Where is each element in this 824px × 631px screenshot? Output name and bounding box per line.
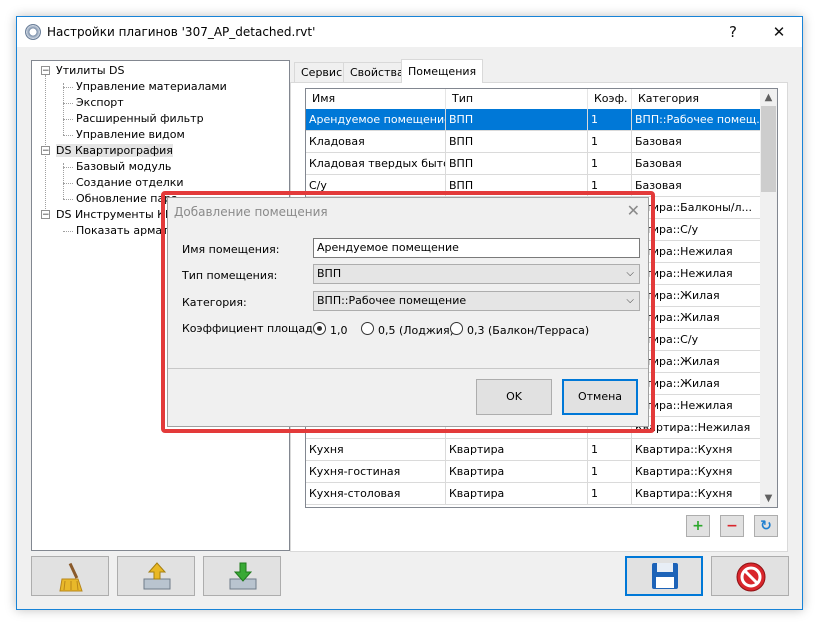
cell-category[interactable]: Квартира::Кухня bbox=[632, 483, 762, 505]
col-header-type[interactable]: Тип bbox=[446, 89, 588, 109]
cell-category[interactable]: Квартира::Кухня bbox=[632, 439, 762, 461]
remove-room-button[interactable]: − bbox=[720, 515, 744, 537]
room-name-label: Имя помещения: bbox=[182, 243, 280, 256]
chevron-down-icon: ⌵ bbox=[626, 295, 634, 306]
cancel-button[interactable] bbox=[711, 556, 789, 596]
cell-coef[interactable]: 1 bbox=[588, 461, 632, 483]
refresh-icon: ↻ bbox=[760, 518, 772, 534]
ok-button[interactable]: OK bbox=[476, 379, 552, 415]
tab-rooms[interactable]: Помещения bbox=[401, 59, 484, 83]
scroll-down-icon[interactable]: ▼ bbox=[760, 490, 777, 507]
coef-radio-0-5[interactable] bbox=[361, 322, 374, 335]
tree-item-finish[interactable]: Создание отделки bbox=[76, 175, 184, 190]
col-header-name[interactable]: Имя bbox=[306, 89, 446, 109]
help-button[interactable]: ? bbox=[710, 17, 756, 47]
save-button[interactable] bbox=[625, 556, 703, 596]
tree-item-utilities-ds[interactable]: Утилиты DS bbox=[56, 63, 124, 78]
save-icon bbox=[652, 563, 678, 589]
tree-item-ds-kr[interactable]: DS Инструменты КР bbox=[56, 207, 172, 222]
coef-option-0-3[interactable]: 0,3 (Балкон/Терраса) bbox=[467, 324, 589, 337]
cell-category[interactable]: Базовая bbox=[632, 153, 762, 175]
scroll-thumb[interactable] bbox=[761, 106, 776, 192]
export-button[interactable] bbox=[203, 556, 281, 596]
table-row[interactable]: Кладовая ВПП 1 Базовая bbox=[306, 131, 762, 153]
export-icon bbox=[229, 562, 257, 590]
add-room-dialog: Добавление помещения ✕ Имя помещения: Ар… bbox=[167, 197, 649, 427]
col-header-coef[interactable]: Коэф. bbox=[588, 89, 632, 109]
coef-radio-1-0[interactable] bbox=[313, 322, 326, 335]
cell-category[interactable]: Базовая bbox=[632, 131, 762, 153]
plus-icon: + bbox=[692, 518, 704, 534]
refresh-button[interactable]: ↻ bbox=[754, 515, 778, 537]
category-label: Категория: bbox=[182, 296, 247, 309]
coef-radio-0-3[interactable] bbox=[450, 322, 463, 335]
cell-category[interactable]: ВПП::Рабочее помещ... bbox=[632, 109, 762, 131]
room-name-input[interactable]: Арендуемое помещение bbox=[313, 238, 640, 258]
broom-icon bbox=[59, 562, 83, 592]
cell-coef[interactable]: 1 bbox=[588, 153, 632, 175]
cell-type[interactable]: Квартира bbox=[446, 461, 588, 483]
cell-name[interactable]: Кухня-столовая bbox=[306, 483, 446, 505]
cell-type[interactable]: ВПП bbox=[446, 153, 588, 175]
category-select[interactable]: ВПП::Рабочее помещение ⌵ bbox=[313, 291, 640, 311]
app-icon bbox=[25, 24, 41, 40]
cell-name[interactable]: Кухня-гостиная bbox=[306, 461, 446, 483]
dialog-close-icon[interactable]: ✕ bbox=[627, 201, 640, 220]
cell-coef[interactable]: 1 bbox=[588, 483, 632, 505]
dialog-title: Добавление помещения bbox=[174, 205, 328, 219]
cell-name[interactable]: Арендуемое помещение bbox=[306, 109, 446, 131]
scroll-up-icon[interactable]: ▲ bbox=[760, 89, 777, 106]
cell-type[interactable]: Квартира bbox=[446, 483, 588, 505]
clear-button[interactable] bbox=[31, 556, 109, 596]
tree-item-base-module[interactable]: Базовый модуль bbox=[76, 159, 171, 174]
grid-header: Имя Тип Коэф. Категория bbox=[306, 89, 762, 110]
title-bar: Настройки плагинов '307_AP_detached.rvt'… bbox=[17, 17, 802, 47]
close-window-button[interactable]: ✕ bbox=[756, 17, 802, 47]
window-title: Настройки плагинов '307_AP_detached.rvt' bbox=[47, 25, 316, 39]
minus-icon: − bbox=[726, 518, 738, 534]
tree-item-filter[interactable]: Расширенный фильтр bbox=[76, 111, 204, 126]
tree-expander-apartments[interactable]: − bbox=[41, 146, 50, 156]
tree-item-materials[interactable]: Управление материалами bbox=[76, 79, 227, 94]
table-row[interactable]: Арендуемое помещение ВПП 1 ВПП::Рабочее пом… bbox=[306, 109, 762, 131]
table-row[interactable]: Кухня Квартира 1 Квартира::Кухня bbox=[306, 439, 762, 461]
cell-name[interactable]: Кладовая твердых быто... bbox=[306, 153, 446, 175]
tree-item-export[interactable]: Экспорт bbox=[76, 95, 124, 110]
cell-type[interactable]: ВПП bbox=[446, 131, 588, 153]
coef-option-1-0[interactable]: 1,0 bbox=[330, 324, 348, 337]
cell-name[interactable]: Кладовая bbox=[306, 131, 446, 153]
import-icon bbox=[143, 562, 171, 590]
cell-coef[interactable]: 1 bbox=[588, 109, 632, 131]
tree-expander-kr[interactable]: − bbox=[41, 210, 50, 220]
import-button[interactable] bbox=[117, 556, 195, 596]
col-header-category[interactable]: Категория bbox=[632, 89, 762, 109]
table-row[interactable]: Кухня-столовая Квартира 1 Квартира::Кухня bbox=[306, 483, 762, 505]
tree-item-view-control[interactable]: Управление видом bbox=[76, 127, 185, 142]
tree-expander-utilities[interactable]: − bbox=[41, 66, 50, 76]
chevron-down-icon: ⌵ bbox=[626, 268, 634, 279]
cancel-icon bbox=[736, 562, 766, 592]
tree-item-ds-apartments[interactable]: DS Квартирография bbox=[56, 143, 173, 158]
dialog-separator bbox=[168, 368, 648, 369]
table-row[interactable]: Кухня-гостиная Квартира 1 Квартира::Кухня bbox=[306, 461, 762, 483]
room-type-select[interactable]: ВПП ⌵ bbox=[313, 264, 640, 284]
cell-coef[interactable]: 1 bbox=[588, 439, 632, 461]
cell-category[interactable]: Квартира::Кухня bbox=[632, 461, 762, 483]
room-type-value: ВПП bbox=[317, 267, 342, 280]
category-value: ВПП::Рабочее помещение bbox=[317, 294, 467, 307]
tab-service[interactable]: Сервис bbox=[294, 62, 350, 82]
cell-type[interactable]: ВПП bbox=[446, 109, 588, 131]
room-type-label: Тип помещения: bbox=[182, 269, 278, 282]
cell-name[interactable]: Кухня bbox=[306, 439, 446, 461]
table-row[interactable]: Кладовая твердых быто... ВПП 1 Базовая bbox=[306, 153, 762, 175]
add-room-button[interactable]: + bbox=[686, 515, 710, 537]
coef-label: Коэффициент площади: bbox=[182, 322, 324, 335]
coef-option-0-5[interactable]: 0,5 (Лоджия) bbox=[378, 324, 454, 337]
cell-type[interactable]: Квартира bbox=[446, 439, 588, 461]
dialog-cancel-button[interactable]: Отмена bbox=[562, 379, 638, 415]
cell-coef[interactable]: 1 bbox=[588, 131, 632, 153]
grid-scrollbar[interactable]: ▲ ▼ bbox=[760, 89, 777, 507]
